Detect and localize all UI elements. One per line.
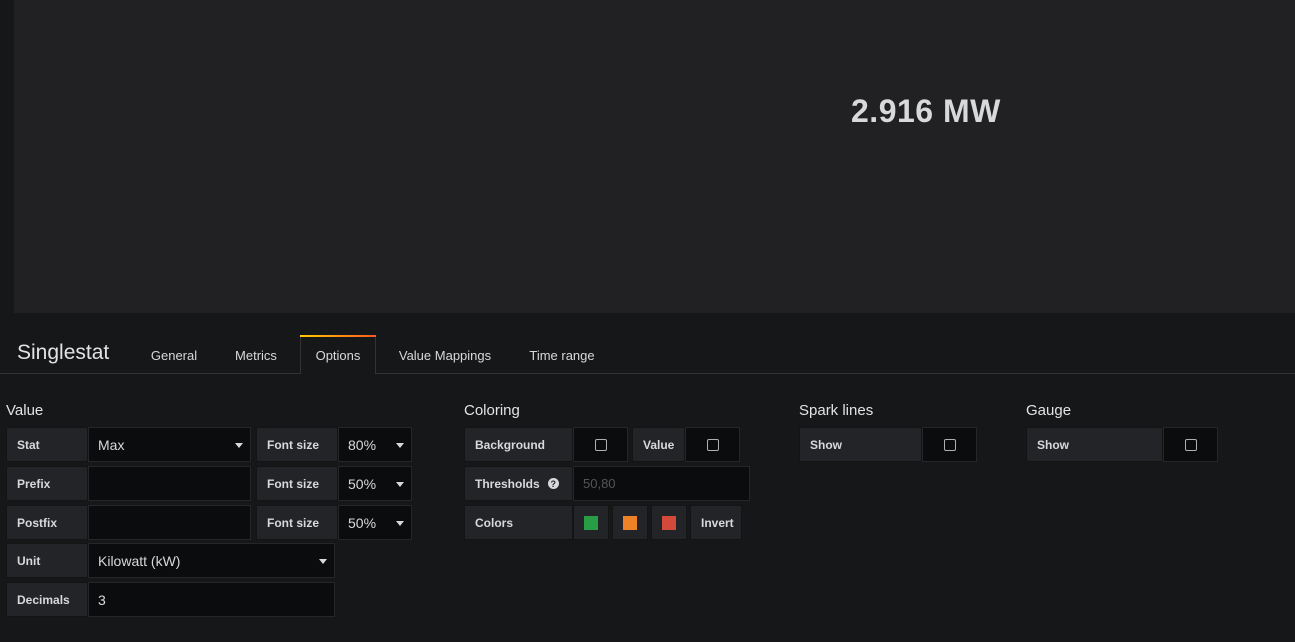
checkbox-icon [1184,438,1197,451]
postfix-font-size-value: 50% [348,514,377,531]
tab-value-mappings[interactable]: Value Mappings [388,335,502,374]
decimals-input[interactable]: 3 [88,582,335,617]
unit-select[interactable]: Kilowatt (kW) [88,543,335,578]
thresholds-input[interactable]: 50,80 [573,466,750,501]
background-checkbox[interactable] [573,427,628,462]
value-section-title: Value [6,402,44,419]
coloring-section-title: Coloring [464,402,520,419]
caret-down-icon [396,442,404,448]
background-label: Background [464,427,573,462]
singlestat-panel[interactable] [14,0,1295,313]
tab-metrics[interactable]: Metrics [222,335,290,374]
font-size-label: Font size [256,427,338,462]
spark-section-title: Spark lines [799,402,874,419]
color-swatch-green [584,515,598,530]
caret-down-icon [396,520,404,526]
prefix-label: Prefix [6,466,88,501]
value-coloring-label: Value [632,427,685,462]
stat-label: Stat [6,427,88,462]
prefix-font-size-select[interactable]: 50% [338,466,412,501]
postfix-input[interactable] [88,505,251,540]
colors-label: Colors [464,505,573,540]
decimals-label: Decimals [6,582,88,617]
unit-select-value: Kilowatt (kW) [98,552,181,569]
thresholds-label-text: Thresholds [475,476,540,491]
color-swatch-warn[interactable] [612,505,648,540]
help-icon[interactable]: ? [547,478,559,489]
editor-title: Singlestat [17,341,110,364]
checkbox-icon [594,438,607,451]
checkbox-icon [943,438,956,451]
color-swatch-red [662,515,676,530]
gauge-show-label: Show [1026,427,1163,462]
caret-down-icon [396,481,404,487]
checkbox-icon [706,438,719,451]
singlestat-value: 2.916 MW [851,93,1001,129]
tab-general[interactable]: General [140,335,208,374]
postfix-font-size-label: Font size [256,505,338,540]
spark-show-label: Show [799,427,922,462]
caret-down-icon [319,558,327,564]
postfix-font-size-select[interactable]: 50% [338,505,412,540]
value-font-size-value: 80% [348,436,377,453]
stat-select[interactable]: Max [88,427,251,462]
color-swatch-ok[interactable] [573,505,609,540]
value-font-size-select[interactable]: 80% [338,427,412,462]
stat-select-value: Max [98,436,125,453]
color-swatch-crit[interactable] [651,505,687,540]
gauge-show-checkbox[interactable] [1163,427,1218,462]
prefix-input[interactable] [88,466,251,501]
color-swatch-orange [623,515,637,530]
invert-button[interactable]: Invert [690,505,742,540]
thresholds-label: Thresholds ? [464,466,573,501]
prefix-font-size-value: 50% [348,475,377,492]
gauge-section-title: Gauge [1026,402,1072,419]
unit-label: Unit [6,543,88,578]
prefix-font-size-label: Font size [256,466,338,501]
tab-options[interactable]: Options [300,335,376,374]
postfix-label: Postfix [6,505,88,540]
spark-show-checkbox[interactable] [922,427,977,462]
value-coloring-checkbox[interactable] [685,427,740,462]
tab-time-range[interactable]: Time range [520,335,604,374]
caret-down-icon [235,442,243,448]
